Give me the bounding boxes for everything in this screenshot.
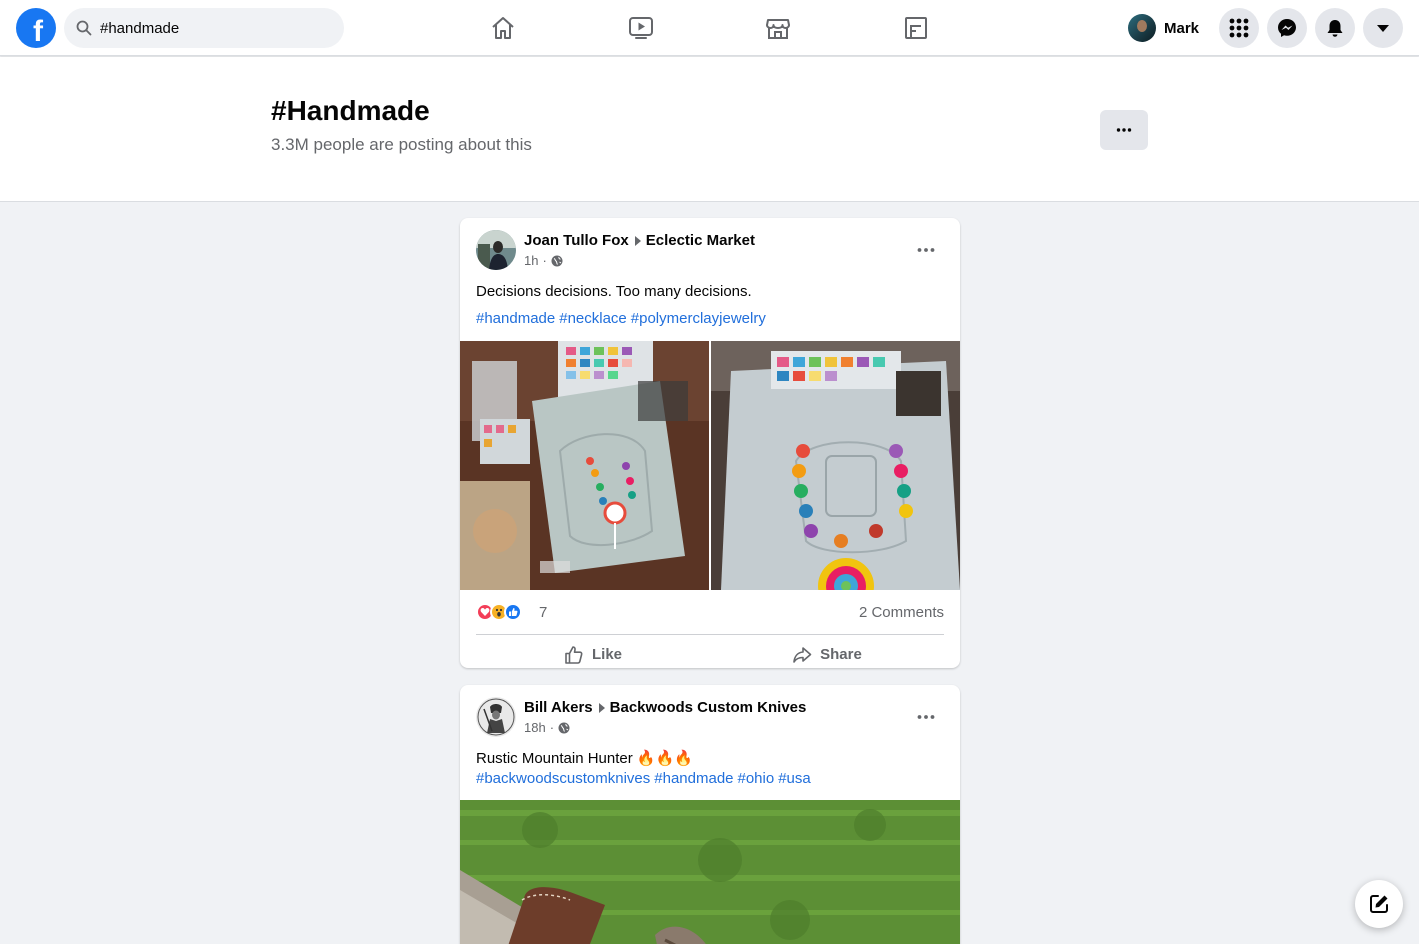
post-meta: 18h · [524, 720, 570, 735]
more-dots-icon [917, 715, 935, 719]
right-caret-icon [598, 702, 605, 713]
post-header: Joan Tullo Fox Eclectic Market 1h · [460, 218, 960, 282]
home-icon [492, 17, 514, 39]
watch-icon [629, 17, 653, 39]
facebook-logo[interactable]: f [16, 8, 56, 48]
post-text: Decisions decisions. Too many decisions. [476, 283, 752, 300]
like-button[interactable]: Like [476, 635, 710, 668]
like-icon [565, 645, 583, 664]
reactions-summary: 7 2 Comments [460, 590, 960, 634]
post-meta: 1h · [524, 253, 563, 268]
menu-grid-icon [1229, 18, 1249, 38]
photo-grid [460, 341, 960, 590]
post-photo[interactable] [460, 800, 960, 944]
more-dots-icon [1116, 128, 1132, 132]
account-button[interactable] [1363, 8, 1403, 48]
author-name[interactable]: Joan Tullo Fox [524, 232, 629, 249]
hashtag-link[interactable]: #handmade [654, 770, 733, 787]
hashtag-link[interactable]: #necklace [559, 310, 627, 327]
post-actions: Like Share [476, 634, 944, 668]
group-name[interactable]: Eclectic Market [646, 232, 755, 249]
more-dots-icon [917, 248, 935, 252]
notifications-icon [1327, 20, 1343, 37]
reaction-icons[interactable] [476, 603, 522, 621]
logo-letter: f [33, 15, 43, 48]
post-time[interactable]: 18h [524, 720, 546, 735]
post-options-button[interactable] [908, 234, 944, 266]
comments-count[interactable]: 2 Comments [859, 604, 944, 621]
hashtag-subtitle: 3.3M people are posting about this [271, 135, 532, 154]
post-photo[interactable] [460, 341, 709, 590]
nav-marketplace[interactable] [722, 0, 834, 56]
new-message-button[interactable] [1355, 880, 1403, 928]
post-photo[interactable] [711, 341, 960, 590]
share-icon [793, 646, 812, 663]
post-author-line: Joan Tullo Fox Eclectic Market [524, 232, 755, 249]
page-title: #Handmade [271, 95, 430, 126]
feed-post: Bill Akers Backwoods Custom Knives 18h ·… [460, 685, 960, 944]
nav-home[interactable] [447, 0, 559, 56]
post-options-button[interactable] [908, 701, 944, 733]
search-icon [76, 20, 92, 36]
top-navigation-bar: f Mark [0, 0, 1419, 56]
search-bar[interactable] [64, 8, 344, 48]
menu-button[interactable] [1219, 8, 1259, 48]
globe-icon [551, 255, 563, 266]
group-name[interactable]: Backwoods Custom Knives [610, 699, 807, 716]
post-header: Bill Akers Backwoods Custom Knives 18h · [460, 685, 960, 749]
share-label: Share [820, 646, 862, 663]
messenger-button[interactable] [1267, 8, 1307, 48]
compose-icon [1370, 895, 1388, 913]
notifications-button[interactable] [1315, 8, 1355, 48]
search-input[interactable] [100, 19, 320, 37]
hashtag-link[interactable]: #ohio [738, 770, 775, 787]
messenger-icon [1278, 19, 1296, 37]
gaming-icon [905, 17, 927, 39]
hashtag-link[interactable]: #backwoodscustomknives [476, 770, 650, 787]
reaction-count[interactable]: 7 [539, 604, 547, 621]
hashtag-link[interactable]: #usa [778, 770, 811, 787]
account-caret-icon [1377, 25, 1389, 32]
like-label: Like [591, 646, 622, 663]
share-button[interactable]: Share [710, 635, 944, 668]
nav-gaming[interactable] [860, 0, 972, 56]
author-avatar[interactable] [476, 230, 516, 270]
post-author-line: Bill Akers Backwoods Custom Knives [524, 699, 806, 716]
post-time[interactable]: 1h [524, 253, 538, 268]
hashtag-link[interactable]: #polymerclayjewelry [631, 310, 766, 327]
nav-watch[interactable] [585, 0, 697, 56]
author-name[interactable]: Bill Akers [524, 699, 593, 716]
feed-post: Joan Tullo Fox Eclectic Market 1h · Deci… [460, 218, 960, 668]
profile-name: Mark [1164, 19, 1200, 37]
hashtag-more-button[interactable] [1100, 110, 1148, 150]
author-avatar[interactable] [476, 697, 516, 737]
hashtag-header: #Handmade 3.3M people are posting about … [0, 57, 1419, 202]
post-text: Rustic Mountain Hunter 🔥🔥🔥 [476, 750, 693, 767]
like-reaction-icon [504, 603, 522, 621]
avatar [1128, 14, 1156, 42]
globe-icon [558, 722, 570, 733]
post-hashtags: #handmade #necklace #polymerclayjewelry [460, 309, 960, 329]
post-hashtags: #backwoodscustomknives #handmade #ohio #usa [460, 769, 960, 789]
profile-shortcut[interactable]: Mark [1124, 8, 1209, 48]
right-caret-icon [634, 235, 641, 246]
marketplace-icon [766, 19, 790, 39]
hashtag-link[interactable]: #handmade [476, 310, 555, 327]
